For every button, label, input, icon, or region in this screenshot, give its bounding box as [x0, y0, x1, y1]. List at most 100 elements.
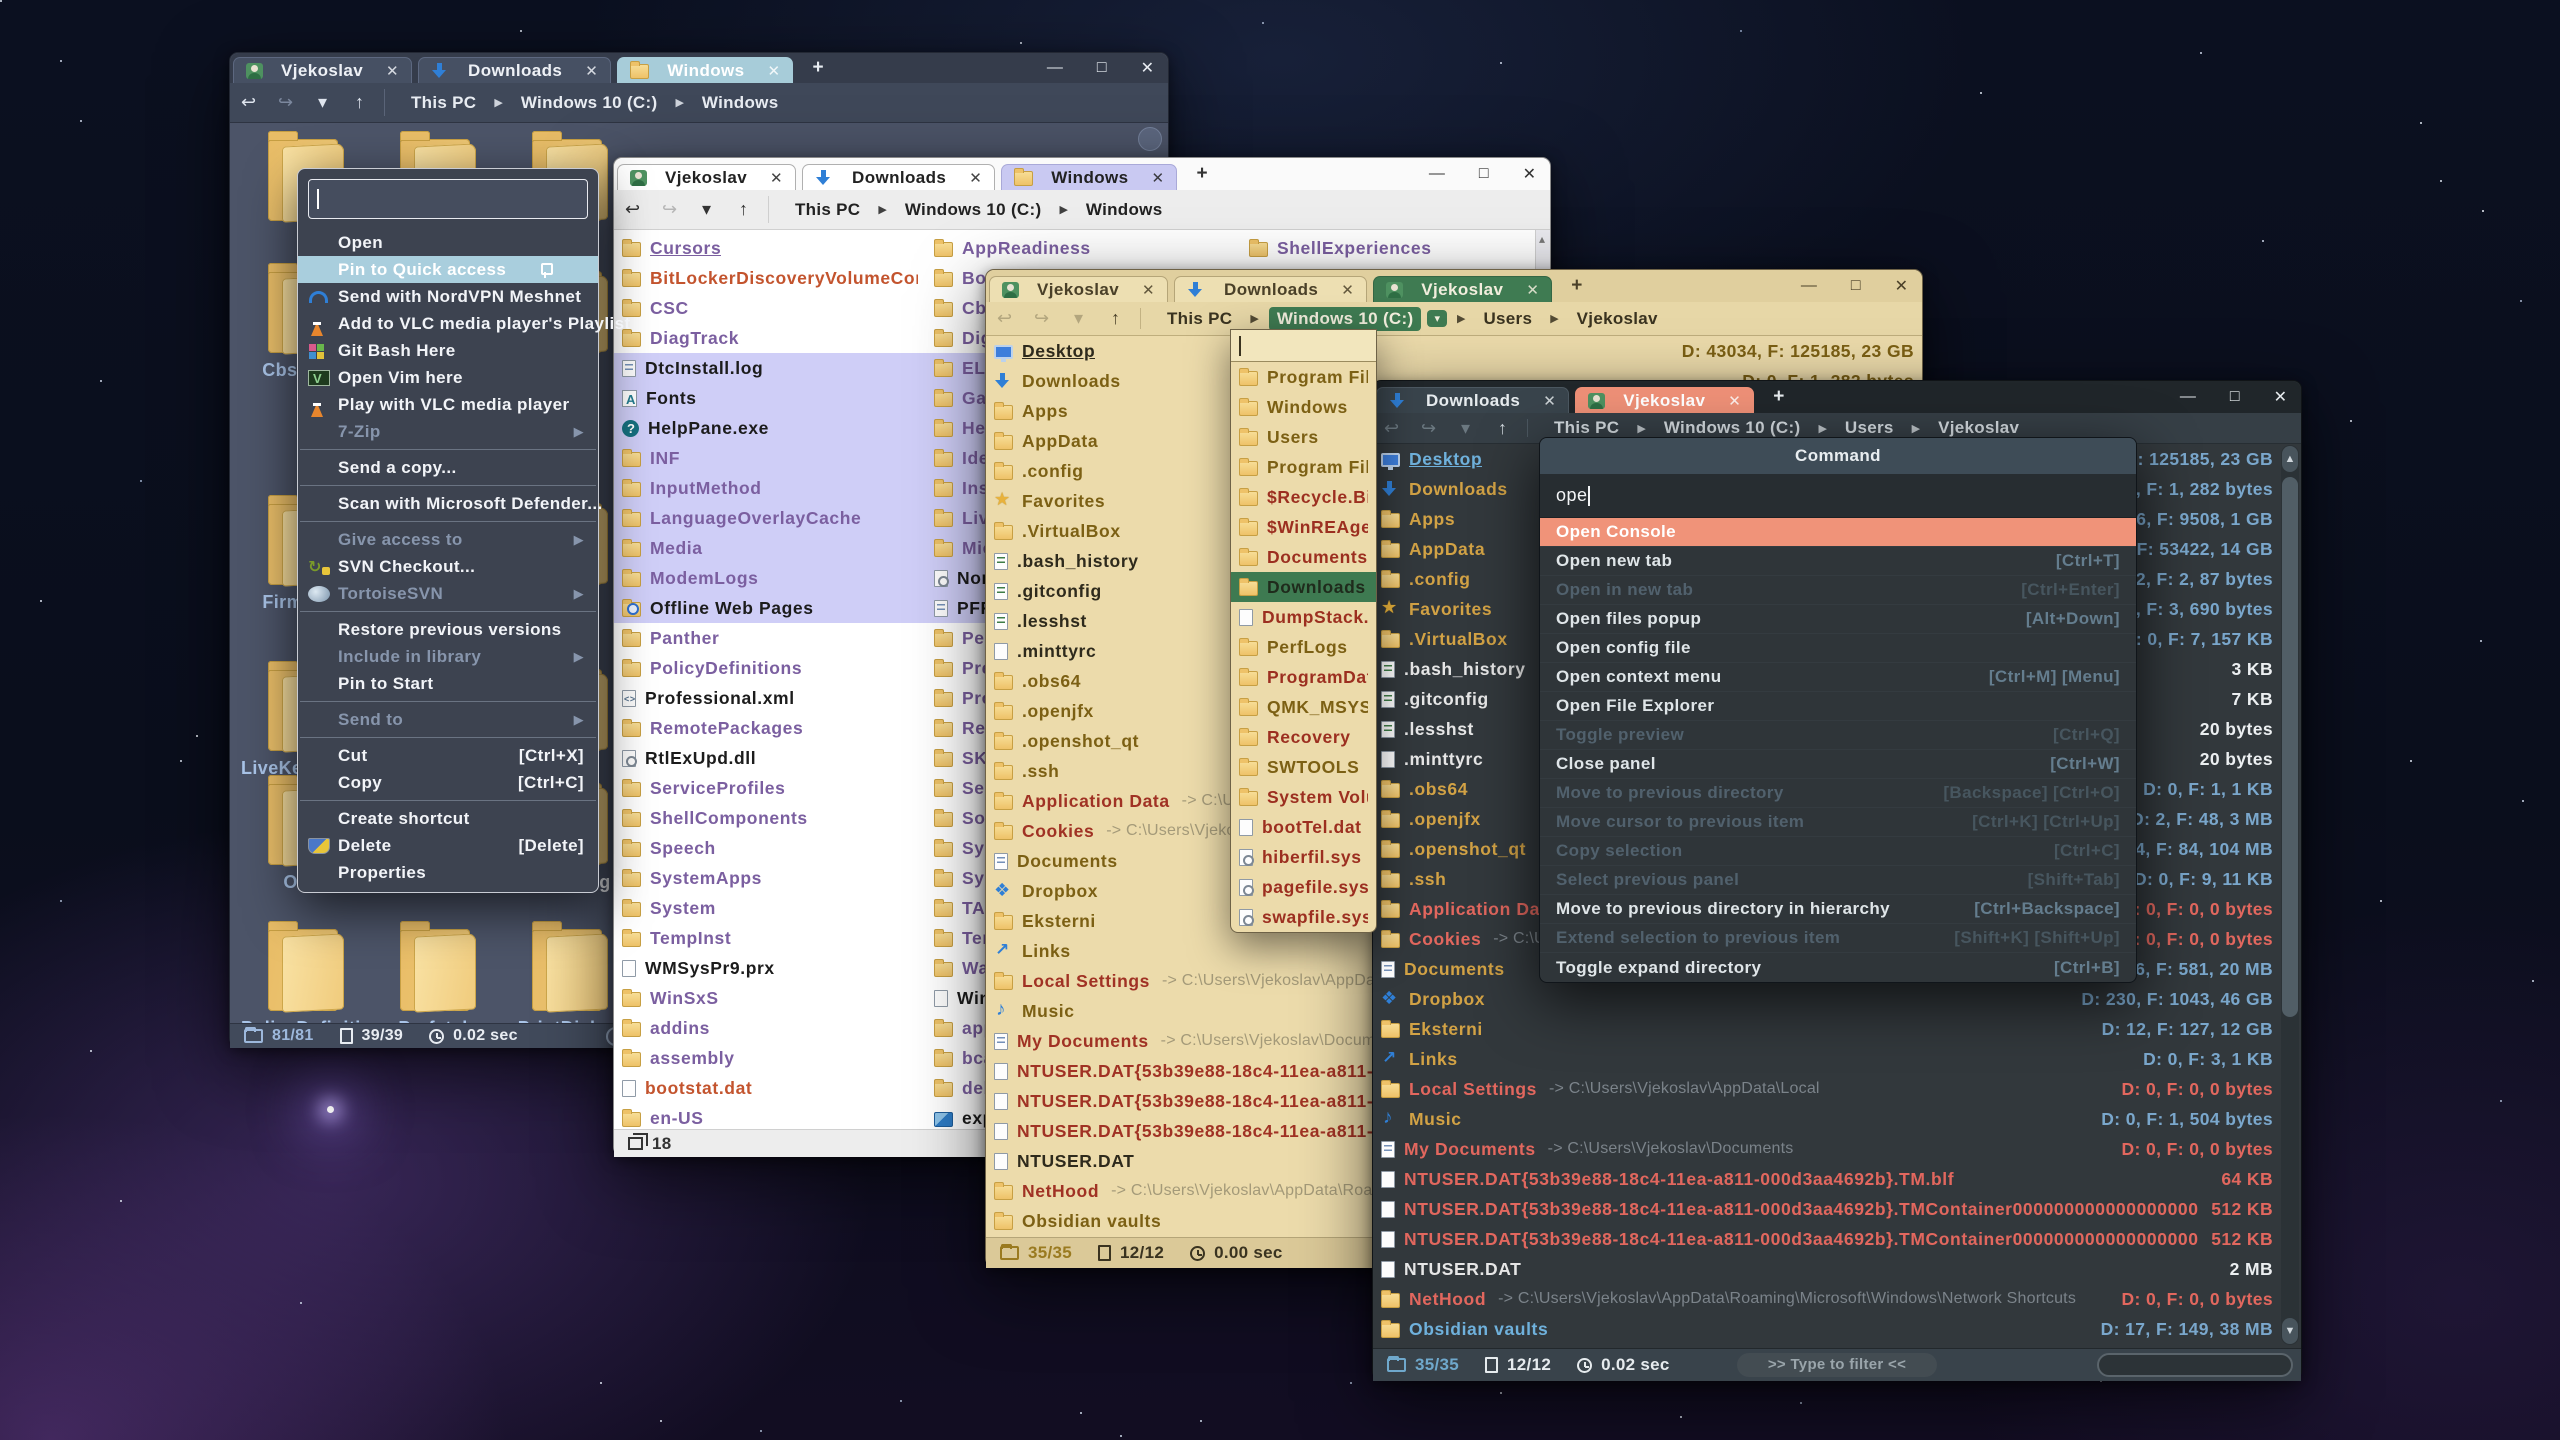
file-row[interactable]: TempInst [614, 923, 926, 953]
palette-item[interactable]: Open Console [1540, 518, 2136, 547]
dropdown-item[interactable]: Downloads [1231, 572, 1376, 602]
palette-item[interactable]: Toggle expand directory [Ctrl+B] [1540, 953, 2136, 982]
context-menu-item[interactable]: Scan with Microsoft Defender... ▶ [298, 490, 598, 517]
file-row[interactable]: LanguageOverlayCache [614, 503, 926, 533]
tab-close-icon[interactable]: ✕ [770, 169, 783, 187]
back-icon[interactable]: ↩ [986, 308, 1023, 329]
context-menu-item[interactable]: Send with NordVPN Meshnet ▶ [298, 283, 598, 310]
palette-item[interactable]: Extend selection to previous item [Shift… [1540, 924, 2136, 953]
file-row[interactable]: bootstat.dat [614, 1073, 926, 1103]
context-menu-item[interactable]: ▶ [300, 481, 596, 486]
dropdown-item[interactable]: PerfLogs [1231, 632, 1376, 662]
maximize-button[interactable]: □ [1851, 277, 1861, 295]
close-button[interactable]: ✕ [2274, 387, 2287, 407]
tab-close-icon[interactable]: ✕ [1152, 169, 1165, 187]
breadcrumb-item[interactable]: Vjekoslav [1569, 307, 1666, 331]
file-row[interactable]: Music D: 0, F: 1, 504 bytes [1373, 1104, 2301, 1134]
close-button[interactable]: ✕ [1895, 276, 1908, 296]
tab-close-icon[interactable]: ✕ [768, 62, 781, 80]
palette-item[interactable]: Open File Explorer [1540, 692, 2136, 721]
history-dropdown-icon[interactable]: ▾ [304, 92, 341, 113]
context-menu-item[interactable]: Include in library ▶ [298, 643, 598, 670]
minimize-button[interactable]: — [2180, 388, 2196, 406]
close-button[interactable]: ✕ [1523, 164, 1536, 184]
file-row[interactable]: RemotePackages [614, 713, 926, 743]
file-row[interactable]: InputMethod [614, 473, 926, 503]
tab[interactable]: Downloads ✕ [802, 164, 995, 190]
context-menu-item[interactable]: TortoiseSVN ▶ [298, 580, 598, 607]
dropdown-item[interactable]: hiberfil.sys [1231, 842, 1376, 872]
history-dropdown-icon[interactable]: ▾ [1447, 418, 1484, 439]
dropdown-item[interactable]: Documents and Settings [1231, 542, 1376, 572]
dropdown-item[interactable]: Program Files (x86) [1231, 452, 1376, 482]
grid-item[interactable]: Prefetch [373, 919, 499, 1023]
tab-close-icon[interactable]: ✕ [386, 62, 399, 80]
context-menu-item[interactable]: ▶ [300, 733, 596, 738]
file-row[interactable]: ShellComponents [614, 803, 926, 833]
scrollbar-thumb[interactable] [2282, 477, 2298, 1017]
palette-item[interactable]: Move cursor to previous item [Ctrl+K] [C… [1540, 808, 2136, 837]
tab-close-icon[interactable]: ✕ [1543, 392, 1556, 410]
new-tab-button[interactable]: + [1757, 386, 1800, 408]
file-row[interactable]: HelpPane.exe [614, 413, 926, 443]
close-button[interactable]: ✕ [1141, 58, 1154, 78]
file-row[interactable]: Links D: 0, F: 3, 1 KB [1373, 1044, 2301, 1074]
minimize-button[interactable]: — [1429, 165, 1445, 183]
titlebar[interactable]: Vjekoslav ✕ Downloads ✕ Windows ✕ + — □ … [614, 158, 1550, 190]
file-row[interactable]: Fonts [614, 383, 926, 413]
context-menu-item[interactable]: Open ▶ [298, 229, 598, 256]
dropdown-item[interactable]: Windows [1231, 392, 1376, 422]
context-menu-item[interactable]: Give access to ▶ [298, 526, 598, 553]
new-tab-button[interactable]: + [1555, 275, 1598, 297]
palette-item[interactable]: Select previous panel [Shift+Tab] [1540, 866, 2136, 895]
scrollbar[interactable]: ▲ ▼ [2281, 445, 2299, 1345]
file-row[interactable]: NTUSER.DAT{53b39e88-18c4-11ea-a811-000d3… [1373, 1164, 2301, 1194]
palette-item[interactable]: Move to previous directory in hierarchy … [1540, 895, 2136, 924]
dropdown-item[interactable]: Program Files [1231, 362, 1376, 392]
file-row[interactable]: NTUSER.DAT 2 MB [1373, 1254, 2301, 1284]
dropdown-item[interactable]: SWTOOLS [1231, 752, 1376, 782]
palette-item[interactable]: Open in new tab [Ctrl+Enter] [1540, 576, 2136, 605]
file-row[interactable]: My Documents -> C:\Users\Vjekoslav\Docum… [1373, 1134, 2301, 1164]
context-menu-item[interactable]: ▶ [300, 697, 596, 702]
breadcrumb-item[interactable]: Windows 10 (C:) [897, 198, 1050, 222]
breadcrumb-item[interactable]: This PC [787, 198, 868, 222]
context-menu-item[interactable]: Send to ▶ [298, 706, 598, 733]
maximize-button[interactable]: □ [1097, 59, 1107, 77]
file-row[interactable]: BitLockerDiscoveryVolumeContents [614, 263, 926, 293]
file-row[interactable]: WinSxS [614, 983, 926, 1013]
history-dropdown-icon[interactable]: ▾ [1060, 308, 1097, 329]
dropdown-item[interactable]: QMK_MSYS [1231, 692, 1376, 722]
context-menu-item[interactable]: Cut ▶ [Ctrl+X] [298, 742, 598, 769]
context-menu-item[interactable]: Add to VLC media player's Playlist ▶ [298, 310, 598, 337]
breadcrumb-item[interactable]: Windows 10 (C:) [513, 91, 666, 115]
file-row[interactable]: Eksterni D: 12, F: 127, 12 GB [1373, 1014, 2301, 1044]
maximize-button[interactable]: □ [2230, 388, 2240, 406]
breadcrumb-item[interactable]: Windows [694, 91, 787, 115]
back-icon[interactable]: ↩ [230, 92, 267, 113]
file-row[interactable]: assembly [614, 1043, 926, 1073]
context-menu-item[interactable]: ▶ [300, 796, 596, 801]
scroll-up-icon[interactable]: ▲ [2282, 446, 2298, 472]
tab-close-icon[interactable]: ✕ [969, 169, 982, 187]
file-row[interactable]: Speech [614, 833, 926, 863]
dropdown-item[interactable]: $Recycle.Bin [1231, 482, 1376, 512]
tab[interactable]: Windows ✕ [1001, 164, 1177, 190]
file-row[interactable]: Media [614, 533, 926, 563]
file-row[interactable]: INF [614, 443, 926, 473]
up-icon[interactable]: ↑ [1484, 418, 1521, 439]
file-row[interactable]: ServiceProfiles [614, 773, 926, 803]
dropdown-filter-input[interactable] [1231, 330, 1376, 362]
file-row[interactable]: Cursors [614, 233, 926, 263]
dropdown-item[interactable]: Recovery [1231, 722, 1376, 752]
palette-item[interactable]: Close panel [Ctrl+W] [1540, 750, 2136, 779]
forward-icon[interactable]: ↪ [651, 199, 688, 220]
file-row[interactable]: addins [614, 1013, 926, 1043]
breadcrumb-item[interactable]: Windows [1078, 198, 1171, 222]
context-menu-item[interactable]: Properties ▶ [298, 859, 598, 886]
context-menu-item[interactable]: Delete ▶ [Delete] [298, 832, 598, 859]
forward-icon[interactable]: ↪ [267, 92, 304, 113]
back-icon[interactable]: ↩ [614, 199, 651, 220]
maximize-button[interactable]: □ [1479, 165, 1489, 183]
file-row[interactable]: CSC [614, 293, 926, 323]
